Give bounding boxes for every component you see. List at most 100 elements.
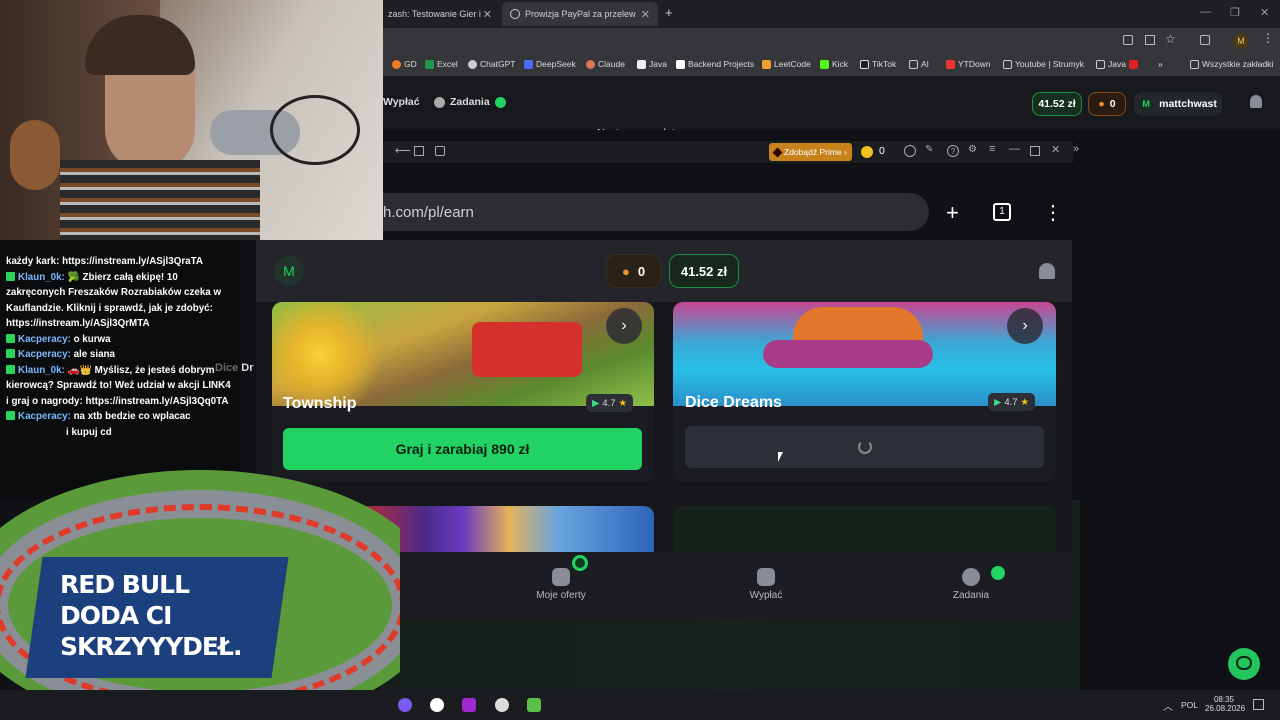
menu-icon[interactable]: ≡: [989, 143, 995, 155]
close-icon[interactable]: ✕: [641, 8, 650, 21]
share-icon[interactable]: [1145, 35, 1155, 45]
browser-icon[interactable]: [527, 698, 541, 712]
bookmark-kick[interactable]: Kick: [820, 59, 848, 69]
star-icon: ★: [1020, 396, 1030, 408]
maximize-icon[interactable]: [1030, 146, 1040, 156]
nav-tasks[interactable]: Zadania: [434, 96, 506, 108]
bookmark-leetcode[interactable]: LeetCode: [762, 59, 811, 69]
close-window-icon[interactable]: ✕: [1260, 6, 1269, 19]
phone-menu-icon[interactable]: ⋮: [1043, 200, 1063, 225]
collapse-icon[interactable]: »: [1073, 143, 1079, 155]
account-icon[interactable]: [904, 145, 916, 157]
user-pill[interactable]: M mattchwast: [1134, 92, 1222, 116]
all-bookmarks[interactable]: Wszystkie zakładki: [1190, 59, 1273, 69]
offers-icon: [552, 568, 570, 586]
game-card-dice-dreams[interactable]: › Dice Dreams ▶ 4.7 ★: [673, 302, 1056, 482]
chat-message: Kacperacy: na xtb bedzie co wplacac: [6, 409, 234, 425]
game-card-image[interactable]: [673, 506, 1056, 552]
play-earn-button-loading[interactable]: [685, 426, 1044, 468]
tasks-badge: [991, 566, 1005, 580]
folder-icon: [1003, 59, 1012, 69]
reader-icon[interactable]: [1123, 35, 1133, 45]
bookmark-backend[interactable]: Backend Projects: [676, 59, 754, 69]
tab-count[interactable]: 1: [993, 203, 1011, 221]
clock-app-icon[interactable]: [430, 698, 444, 712]
app-avatar[interactable]: M: [274, 256, 304, 286]
nav-tasks[interactable]: Zadania: [901, 568, 1041, 601]
close-icon[interactable]: ✕: [1051, 143, 1060, 156]
coin-icon: [861, 146, 873, 158]
prime-button[interactable]: Zdobądź Prime ›: [769, 143, 852, 161]
menu-dots-icon[interactable]: ⋮: [1262, 31, 1274, 45]
bookmark-deepseek[interactable]: DeepSeek: [524, 59, 576, 69]
nav-tasks-label: Zadania: [450, 96, 490, 108]
new-tab-plus-icon[interactable]: +: [946, 200, 959, 226]
tab-testowanie[interactable]: zash: Testowanie Gier i Pro ✕: [380, 2, 500, 26]
app-icon[interactable]: [495, 698, 509, 712]
game-card-township[interactable]: › Township ▶ 4.7 ★ Graj i zarabiaj 890 z…: [272, 302, 654, 482]
tabs-icon[interactable]: [435, 146, 445, 156]
home-icon[interactable]: [414, 146, 424, 156]
rating-badge: ▶ 4.7 ★: [586, 394, 634, 412]
bookmark-youtube[interactable]: Youtube | Strumyk: [1003, 59, 1084, 69]
nav-withdraw[interactable]: Wypłać: [383, 96, 420, 108]
onenote-icon[interactable]: [462, 698, 476, 712]
nav-my-offers[interactable]: Moje oferty: [491, 568, 631, 601]
nav-label: Zadania: [952, 590, 990, 601]
back-icon[interactable]: ⟵: [395, 144, 411, 157]
language-indicator[interactable]: POL: [1181, 700, 1198, 710]
notification-icon[interactable]: [1253, 699, 1264, 710]
bookmark-ytdown[interactable]: YTDown: [946, 59, 991, 69]
minimize-icon[interactable]: —: [1009, 143, 1020, 155]
nav-withdraw[interactable]: Wypłać: [696, 568, 836, 601]
bookmark-chatgpt[interactable]: ChatGPT: [468, 59, 515, 69]
bookmark-label: Backend Projects: [688, 59, 755, 69]
app-streak-pill[interactable]: ● 0: [606, 254, 661, 288]
bookmark-label: ChatGPT: [480, 59, 516, 69]
star-icon[interactable]: ☆: [1165, 32, 1176, 46]
minimize-icon[interactable]: —: [1200, 6, 1211, 18]
app-balance-pill[interactable]: 41.52 zł: [669, 254, 739, 288]
close-icon[interactable]: ✕: [483, 8, 492, 21]
bookmark-label: Java: [1108, 59, 1126, 69]
fire-icon: ●: [1098, 98, 1105, 110]
tray-chevron-icon[interactable]: ︿: [1163, 698, 1173, 713]
bell-icon[interactable]: [1250, 95, 1262, 108]
next-arrow-icon[interactable]: ›: [606, 308, 642, 344]
diamond-icon: [772, 147, 783, 157]
bookmark-java-folder[interactable]: Java: [1096, 59, 1138, 69]
nav-label: Moje oferty: [536, 590, 586, 601]
new-tab-button[interactable]: +: [665, 5, 673, 20]
profile-avatar[interactable]: M: [1233, 33, 1249, 49]
bookmark-ai[interactable]: AI: [909, 59, 929, 69]
bookmark-tiktok[interactable]: TikTok: [860, 59, 896, 69]
next-arrow-icon[interactable]: ›: [1007, 308, 1043, 344]
bookmark-icon: [676, 59, 685, 69]
balance-pill[interactable]: 41.52 zł: [1032, 92, 1082, 116]
settings-icon[interactable]: ⚙: [968, 144, 977, 155]
bookmark-label: Youtube | Strumyk: [1015, 59, 1084, 69]
chat-nick: Kacperacy:: [18, 349, 71, 360]
restore-icon[interactable]: ❐: [1230, 6, 1240, 19]
deepseek-icon: [524, 59, 533, 69]
bookmark-excel[interactable]: Excel: [425, 59, 458, 69]
extensions-icon[interactable]: [1200, 35, 1210, 45]
ad-text-line3: SKRZYYYDEŁ.: [60, 632, 242, 661]
app-icon[interactable]: [398, 698, 412, 712]
support-chat-button[interactable]: [1228, 648, 1260, 680]
bookmark-java[interactable]: Java: [637, 59, 667, 69]
tab-paypal[interactable]: Prowizja PayPal za przelew ✕: [502, 2, 658, 26]
folder-icon: [1190, 59, 1199, 69]
pin-icon[interactable]: ✎: [925, 144, 933, 155]
stream-chat: każdy kark: https://instream.ly/ASjl3Qra…: [0, 240, 240, 500]
streak-pill[interactable]: ● 0: [1088, 92, 1126, 116]
float-ring-image: [763, 340, 933, 368]
bookmark-claude[interactable]: Claude: [586, 59, 625, 69]
bookmark-gd[interactable]: GD: [392, 59, 417, 69]
phone-url-bar[interactable]: h.com/pl/earn: [383, 193, 929, 231]
clock[interactable]: 08:35 26.08.2026: [1205, 695, 1245, 713]
more-bookmarks-icon[interactable]: »: [1158, 59, 1163, 69]
help-icon[interactable]: ?: [947, 145, 959, 157]
play-earn-button[interactable]: Graj i zarabiaj 890 zł: [283, 428, 642, 470]
bell-icon[interactable]: [1039, 263, 1055, 279]
